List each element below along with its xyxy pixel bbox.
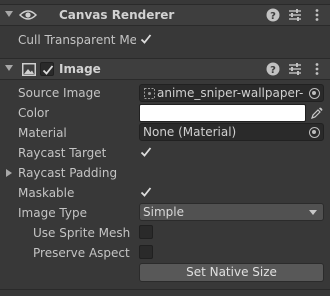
svg-text:?: ?: [270, 65, 276, 76]
image-type-dropdown[interactable]: Simple: [139, 203, 324, 221]
set-native-size-button[interactable]: Set Native Size: [139, 263, 324, 282]
sliders-icon[interactable]: [288, 8, 302, 22]
source-image-field[interactable]: anime_sniper-wallpaper-12: [139, 84, 324, 102]
cull-transparent-mesh-label: Cull Transparent Mesh: [18, 33, 136, 47]
foldout-arrow-icon[interactable]: [5, 11, 13, 17]
canvas-renderer-header[interactable]: Canvas Renderer ?: [0, 4, 330, 26]
chevron-down-icon: [309, 210, 317, 215]
foldout-arrow-icon[interactable]: [6, 169, 12, 177]
svg-text:?: ?: [270, 11, 276, 22]
kebab-menu-icon[interactable]: [310, 8, 324, 22]
preserve-aspect-checkbox[interactable]: [139, 245, 153, 259]
checkmark-icon: [42, 65, 54, 75]
source-image-label: Source Image: [18, 86, 101, 100]
material-row: Material None (Material): [0, 123, 330, 143]
divider: [0, 289, 330, 290]
cull-transparent-mesh-row: Cull Transparent Mesh: [0, 30, 330, 50]
raycast-padding-row[interactable]: Raycast Padding: [0, 163, 330, 183]
use-sprite-mesh-row: Use Sprite Mesh: [0, 223, 330, 243]
kebab-menu-icon[interactable]: [310, 62, 324, 76]
preserve-aspect-label: Preserve Aspect: [33, 246, 130, 260]
source-image-row: Source Image anime_sniper-wallpaper-12: [0, 83, 330, 103]
help-icon[interactable]: ?: [266, 62, 280, 76]
color-swatch[interactable]: [139, 104, 306, 122]
checkmark-icon: [140, 147, 152, 157]
checkmark-icon: [140, 34, 152, 44]
cull-transparent-mesh-checkbox[interactable]: [139, 32, 153, 46]
component-title: Canvas Renderer: [59, 8, 175, 22]
raycast-padding-label[interactable]: Raycast Padding: [18, 166, 117, 180]
raycast-target-row: Raycast Target: [0, 143, 330, 163]
image-type-label: Image Type: [18, 206, 87, 220]
color-label: Color: [18, 106, 50, 120]
maskable-row: Maskable: [0, 183, 330, 203]
color-row: Color: [0, 103, 330, 123]
use-sprite-mesh-label: Use Sprite Mesh: [33, 226, 131, 240]
component-title: Image: [59, 62, 101, 76]
foldout-arrow-icon[interactable]: [5, 65, 13, 71]
sliders-icon[interactable]: [288, 62, 302, 76]
target-icon[interactable]: [309, 88, 320, 99]
eyedropper-icon[interactable]: [311, 107, 323, 119]
source-image-value: anime_sniper-wallpaper-12: [157, 86, 303, 100]
raycast-target-label: Raycast Target: [18, 146, 107, 160]
material-field[interactable]: None (Material): [139, 123, 324, 141]
image-type-row: Image Type Simple: [0, 203, 330, 223]
material-label: Material: [18, 126, 67, 140]
preserve-aspect-row: Preserve Aspect: [0, 243, 330, 263]
image-header[interactable]: Image ?: [0, 58, 330, 80]
maskable-label: Maskable: [18, 186, 75, 200]
sprite-icon: [144, 88, 155, 99]
material-value: None (Material): [143, 125, 237, 139]
eye-icon: [18, 8, 38, 25]
image-icon: [22, 63, 36, 79]
raycast-target-checkbox[interactable]: [139, 145, 153, 159]
image-enabled-checkbox[interactable]: [40, 62, 54, 76]
target-icon[interactable]: [309, 127, 320, 138]
help-icon[interactable]: ?: [266, 8, 280, 22]
checkmark-icon: [140, 187, 152, 197]
image-type-value: Simple: [143, 205, 184, 219]
use-sprite-mesh-checkbox[interactable]: [139, 225, 153, 239]
maskable-checkbox[interactable]: [139, 185, 153, 199]
